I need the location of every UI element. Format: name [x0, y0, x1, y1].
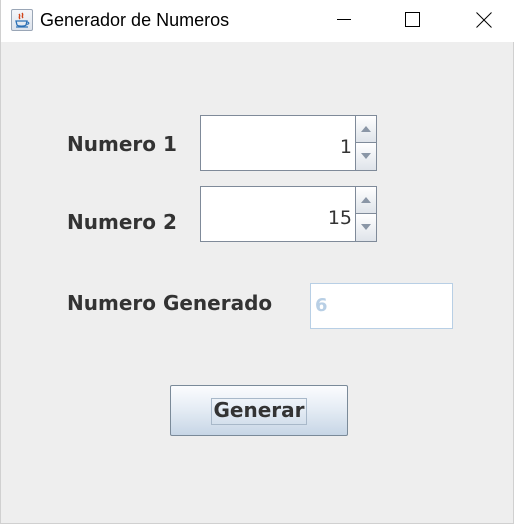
- numero1-field[interactable]: [201, 116, 355, 170]
- maximize-icon: [405, 12, 420, 27]
- numero2-label: Numero 2: [67, 210, 177, 234]
- app-window: Generador de Numeros Numero 1 1 Numero 2…: [0, 0, 514, 524]
- maximize-button[interactable]: [390, 0, 436, 40]
- numero1-label: Numero 1: [67, 132, 177, 156]
- java-icon: [11, 9, 33, 31]
- close-button[interactable]: [461, 0, 507, 40]
- numero-generado-label: Numero Generado: [67, 291, 273, 315]
- arrow-up-icon: [361, 126, 371, 132]
- generar-button-label: Generar: [213, 398, 305, 422]
- numero1-decrement-button[interactable]: [355, 143, 376, 170]
- close-icon: [476, 12, 492, 28]
- arrow-down-icon: [361, 224, 371, 230]
- window-title: Generador de Numeros: [40, 10, 230, 30]
- numero2-spinner[interactable]: [200, 186, 377, 242]
- generar-button[interactable]: Generar: [170, 385, 348, 436]
- numero-generado-field: 6: [310, 283, 453, 329]
- numero2-increment-button[interactable]: [355, 187, 376, 214]
- arrow-down-icon: [361, 153, 371, 159]
- numero1-increment-button[interactable]: [355, 116, 376, 143]
- minimize-button[interactable]: [321, 0, 367, 40]
- numero2-field[interactable]: [201, 187, 355, 241]
- minimize-icon: [337, 19, 351, 20]
- numero1-spinner[interactable]: [200, 115, 377, 171]
- title-bar[interactable]: Generador de Numeros: [1, 0, 514, 42]
- arrow-up-icon: [361, 197, 371, 203]
- numero2-decrement-button[interactable]: [355, 214, 376, 241]
